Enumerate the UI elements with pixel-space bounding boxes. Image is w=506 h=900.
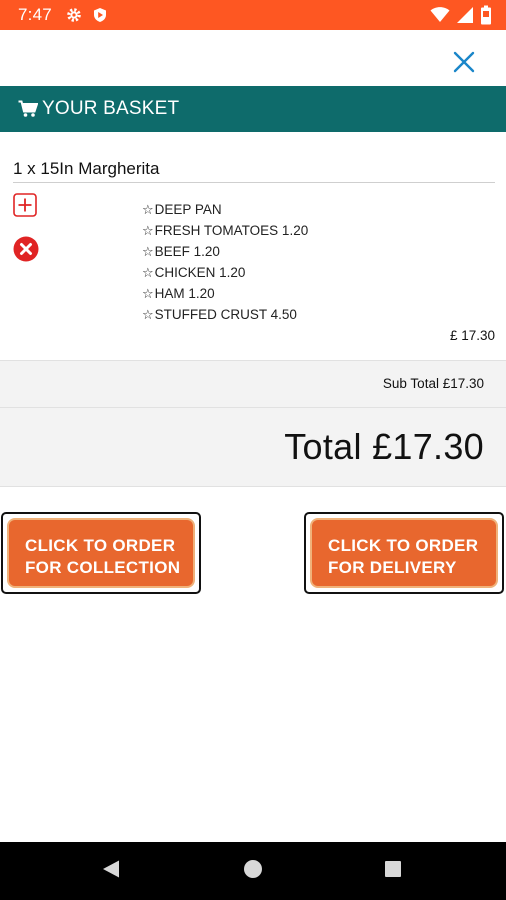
status-bar: 7:47 — [0, 0, 506, 30]
plus-icon — [13, 193, 37, 221]
navigation-bar — [0, 842, 506, 900]
basket-title: YOUR BASKET — [42, 98, 180, 119]
order-delivery-button[interactable]: CLICK TO ORDER FOR DELIVERY — [304, 512, 504, 594]
signal-icon — [456, 6, 474, 24]
total-text: Total £17.30 — [284, 426, 484, 467]
wifi-icon — [430, 6, 450, 24]
recents-icon — [384, 860, 402, 883]
basket-header: YOUR BASKET — [0, 86, 506, 132]
close-button[interactable] — [448, 48, 480, 80]
topping-item: ☆STUFFED CRUST 4.50 — [142, 307, 297, 322]
item-divider — [13, 182, 495, 183]
home-button[interactable] — [243, 842, 263, 900]
star-icon: ☆ — [142, 223, 154, 238]
battery-icon — [480, 5, 492, 25]
cart-icon — [18, 100, 38, 118]
home-icon — [243, 859, 263, 884]
topping-item: ☆FRESH TOMATOES 1.20 — [142, 223, 309, 238]
back-button[interactable] — [100, 842, 122, 900]
star-icon: ☆ — [142, 202, 154, 217]
close-icon — [453, 51, 475, 78]
increase-quantity-button[interactable] — [13, 193, 37, 217]
topping-item: ☆CHICKEN 1.20 — [142, 265, 246, 280]
star-icon: ☆ — [142, 244, 154, 259]
status-time: 7:47 — [18, 5, 52, 24]
subtotal-row: Sub Total £17.30 — [0, 360, 506, 408]
back-icon — [100, 858, 122, 885]
remove-icon — [13, 236, 39, 266]
order-collection-label: CLICK TO ORDER FOR COLLECTION — [7, 518, 195, 588]
topping-item: ☆HAM 1.20 — [142, 286, 215, 301]
order-delivery-label: CLICK TO ORDER FOR DELIVERY — [310, 518, 498, 588]
item-name: 1 x 15In Margherita — [13, 159, 160, 178]
remove-item-button[interactable] — [13, 236, 39, 262]
subtotal-text: Sub Total £17.30 — [382, 376, 484, 391]
star-icon: ☆ — [142, 307, 154, 322]
gear-icon — [66, 7, 82, 23]
recents-button[interactable] — [384, 842, 402, 900]
shield-icon — [92, 7, 108, 23]
total-row: Total £17.30 — [0, 408, 506, 487]
toppings-list: ☆DEEP PAN ☆FRESH TOMATOES 1.20 ☆BEEF 1.2… — [142, 199, 308, 325]
order-collection-button[interactable]: CLICK TO ORDER FOR COLLECTION — [1, 512, 201, 594]
star-icon: ☆ — [142, 265, 154, 280]
topping-item: ☆BEEF 1.20 — [142, 244, 220, 259]
item-price: £ 17.30 — [449, 328, 495, 343]
topping-item: ☆DEEP PAN — [142, 202, 222, 217]
star-icon: ☆ — [142, 286, 154, 301]
